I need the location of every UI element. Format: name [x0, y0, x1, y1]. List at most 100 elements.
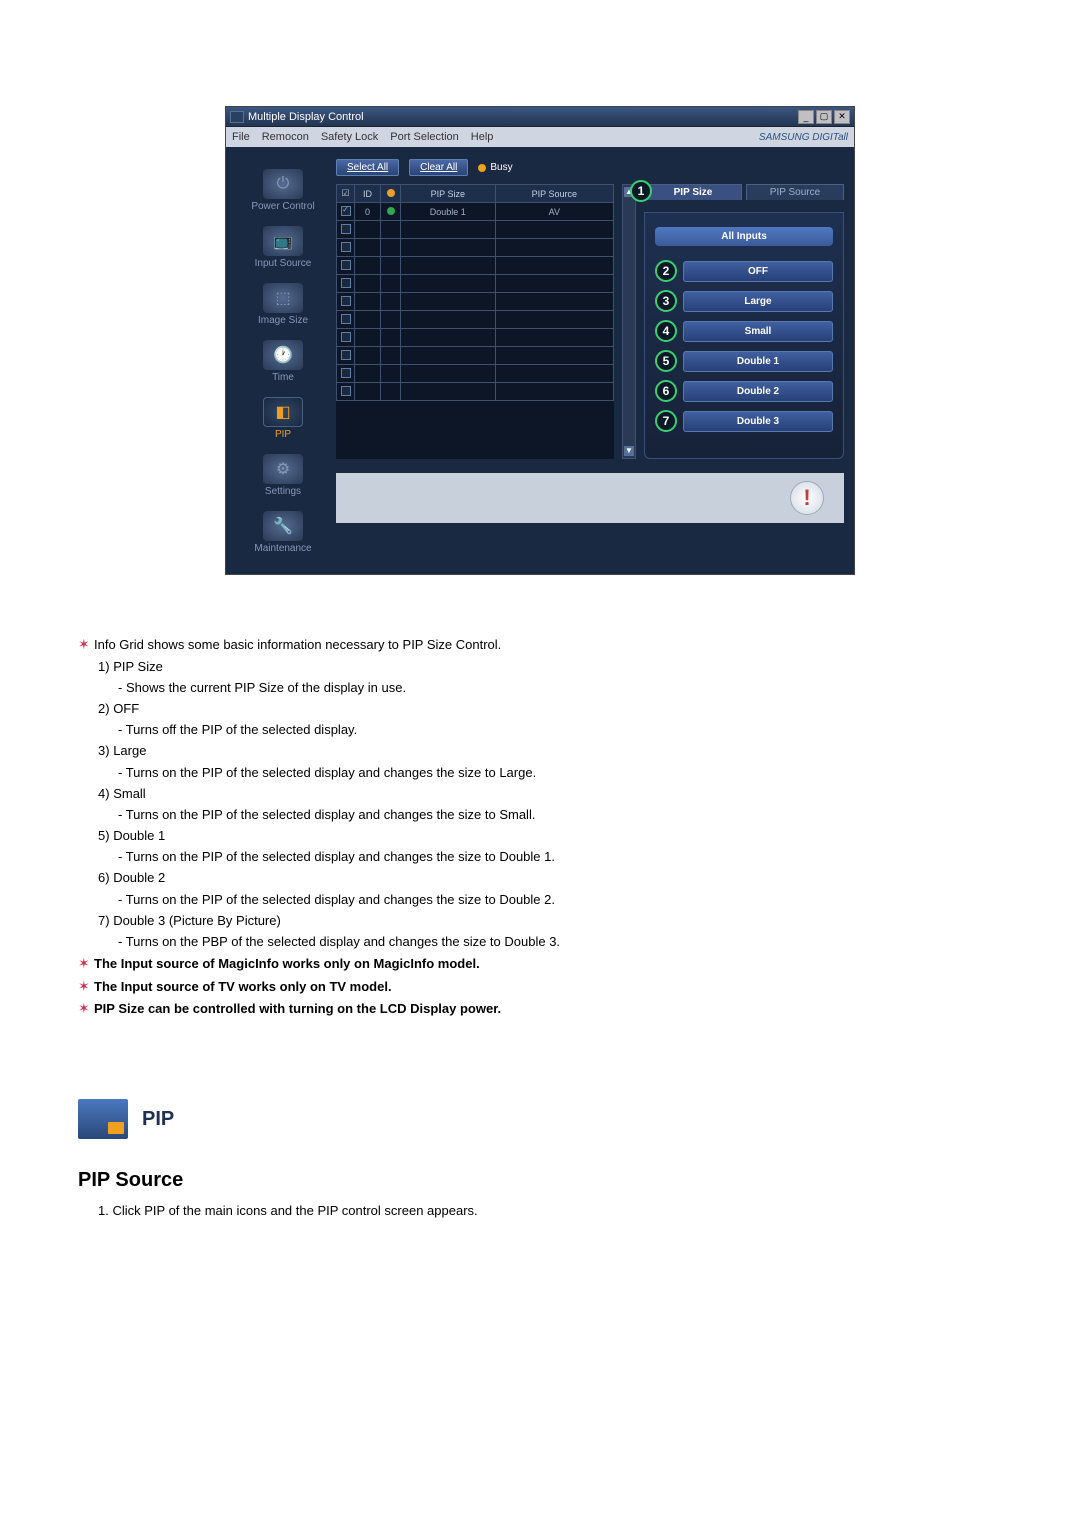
- col-header-checkbox[interactable]: ☑: [337, 185, 355, 203]
- close-button[interactable]: ✕: [834, 110, 850, 124]
- pip-step-1: Click PIP of the main icons and the PIP …: [112, 1203, 477, 1218]
- item-head: Double 2: [113, 870, 165, 885]
- star-icon: ✶: [78, 999, 94, 1019]
- sidebar-item-time[interactable]: 🕐 Time: [236, 336, 330, 389]
- table-row[interactable]: 0 Double 1 AV: [337, 203, 614, 221]
- select-all-button[interactable]: Select All: [336, 159, 399, 176]
- window-title: Multiple Display Control: [248, 111, 364, 123]
- item-head: Small: [113, 786, 146, 801]
- pip-small-button[interactable]: Small: [683, 321, 833, 342]
- item-head: PIP Size: [113, 659, 163, 674]
- menubar: File Remocon Safety Lock Port Selection …: [226, 127, 854, 147]
- maintenance-icon: 🔧: [263, 511, 303, 541]
- pip-section-title: PIP: [142, 1108, 174, 1131]
- doc-body: ✶ Info Grid shows some basic information …: [72, 635, 1008, 1220]
- row-checkbox[interactable]: [341, 206, 351, 216]
- callout-badge: 6: [655, 380, 677, 402]
- sidebar-item-image-size[interactable]: ⬚ Image Size: [236, 279, 330, 332]
- row-checkbox[interactable]: [341, 278, 351, 288]
- sidebar-item-label: Time: [236, 372, 330, 383]
- menu-remocon[interactable]: Remocon: [262, 131, 309, 143]
- pip-double1-button[interactable]: Double 1: [683, 351, 833, 372]
- table-row[interactable]: [337, 293, 614, 311]
- grid-scrollbar[interactable]: ▲ ▼: [622, 184, 636, 459]
- menu-port-selection[interactable]: Port Selection: [390, 131, 458, 143]
- table-row[interactable]: [337, 311, 614, 329]
- row-checkbox[interactable]: [341, 332, 351, 342]
- row-checkbox[interactable]: [341, 386, 351, 396]
- status-header-icon: [387, 189, 395, 197]
- sidebar-item-label: PIP: [236, 429, 330, 440]
- doc-note: The Input source of MagicInfo works only…: [94, 956, 480, 971]
- item-desc: - Turns on the PIP of the selected displ…: [78, 806, 1008, 824]
- minimize-button[interactable]: _: [798, 110, 814, 124]
- sidebar-item-input-source[interactable]: 📺 Input Source: [236, 222, 330, 275]
- busy-indicator: Busy: [478, 162, 512, 173]
- sidebar-item-maintenance[interactable]: 🔧 Maintenance: [236, 507, 330, 560]
- sidebar-item-settings[interactable]: ⚙ Settings: [236, 450, 330, 503]
- col-header-pip-source: PIP Source: [495, 185, 613, 203]
- pip-section-icon: [78, 1099, 128, 1139]
- window-titlebar: Multiple Display Control _ ▢ ✕: [226, 107, 854, 127]
- row-checkbox[interactable]: [341, 314, 351, 324]
- row-checkbox[interactable]: [341, 260, 351, 270]
- row-checkbox[interactable]: [341, 224, 351, 234]
- callout-badge: 7: [655, 410, 677, 432]
- busy-dot-icon: [478, 164, 486, 172]
- item-head: Double 3 (Picture By Picture): [113, 913, 281, 928]
- pip-panel: 1 PIP Size PIP Source All Inputs 2OFF 3L…: [644, 184, 844, 459]
- mdc-window: Multiple Display Control _ ▢ ✕ File Remo…: [225, 106, 855, 575]
- image-size-icon: ⬚: [263, 283, 303, 313]
- sidebar-item-label: Settings: [236, 486, 330, 497]
- pip-double3-button[interactable]: Double 3: [683, 411, 833, 432]
- item-head: Double 1: [113, 828, 165, 843]
- app-icon: [230, 111, 244, 123]
- sidebar-item-power-control[interactable]: ⏻ Power Control: [236, 165, 330, 218]
- row-checkbox[interactable]: [341, 296, 351, 306]
- clear-all-button[interactable]: Clear All: [409, 159, 468, 176]
- table-row[interactable]: [337, 365, 614, 383]
- menu-safety-lock[interactable]: Safety Lock: [321, 131, 378, 143]
- table-row[interactable]: [337, 329, 614, 347]
- pip-off-button[interactable]: OFF: [683, 261, 833, 282]
- sidebar-item-label: Input Source: [236, 258, 330, 269]
- doc-intro: Info Grid shows some basic information n…: [94, 637, 501, 652]
- row-checkbox[interactable]: [341, 350, 351, 360]
- col-header-id: ID: [355, 185, 381, 203]
- item-head: OFF: [113, 701, 139, 716]
- row-checkbox[interactable]: [341, 242, 351, 252]
- sidebar-item-label: Maintenance: [236, 543, 330, 554]
- doc-note: PIP Size can be controlled with turning …: [94, 1001, 501, 1016]
- item-desc: - Shows the current PIP Size of the disp…: [78, 679, 1008, 697]
- menu-file[interactable]: File: [232, 131, 250, 143]
- settings-icon: ⚙: [263, 454, 303, 484]
- row-checkbox[interactable]: [341, 368, 351, 378]
- num-prefix: 2): [78, 701, 110, 716]
- input-source-icon: 📺: [263, 226, 303, 256]
- pip-double2-button[interactable]: Double 2: [683, 381, 833, 402]
- tab-pip-source[interactable]: PIP Source: [746, 184, 844, 200]
- scroll-down-icon[interactable]: ▼: [624, 446, 634, 456]
- doc-note: The Input source of TV works only on TV …: [94, 979, 392, 994]
- pip-large-button[interactable]: Large: [683, 291, 833, 312]
- item-desc: - Turns on the PIP of the selected displ…: [78, 848, 1008, 866]
- num-prefix: 7): [78, 913, 110, 928]
- time-icon: 🕐: [263, 340, 303, 370]
- table-row[interactable]: [337, 239, 614, 257]
- table-row[interactable]: [337, 221, 614, 239]
- table-row[interactable]: [337, 275, 614, 293]
- table-row[interactable]: [337, 383, 614, 401]
- star-icon: ✶: [78, 977, 94, 997]
- table-row[interactable]: [337, 257, 614, 275]
- warning-icon: !: [790, 481, 824, 515]
- info-grid: ☑ ID PIP Size PIP Source 0 Double 1: [336, 184, 614, 459]
- busy-label: Busy: [490, 162, 512, 173]
- item-desc: - Turns on the PBP of the selected displ…: [78, 933, 1008, 951]
- tab-pip-size[interactable]: PIP Size: [644, 184, 742, 200]
- table-row[interactable]: [337, 347, 614, 365]
- step-prefix: 1.: [98, 1203, 109, 1218]
- menu-help[interactable]: Help: [471, 131, 494, 143]
- num-prefix: 3): [78, 743, 110, 758]
- sidebar-item-pip[interactable]: ◧ PIP: [236, 393, 330, 446]
- maximize-button[interactable]: ▢: [816, 110, 832, 124]
